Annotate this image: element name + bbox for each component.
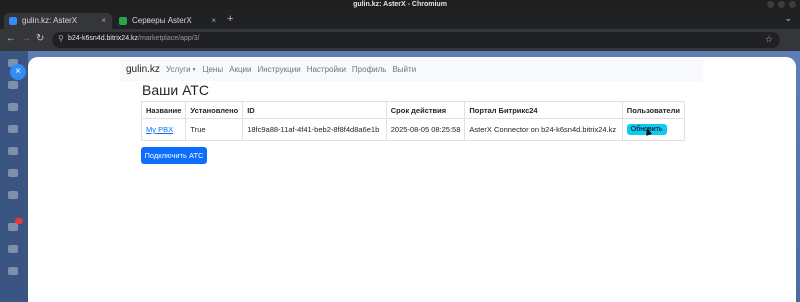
back-arrow-icon[interactable]: ← (6, 33, 16, 44)
tab-gulin-asterx[interactable]: gulin.kz: AsterX × (4, 13, 112, 29)
page-favicon-icon (119, 17, 127, 25)
column-header-expires: Срок действия (385, 101, 466, 119)
window-controls[interactable] (767, 1, 796, 8)
menu-icon[interactable] (8, 147, 18, 155)
cell-expires: 2025-08-05 08:25:58 (385, 118, 466, 141)
column-header-id: ID (242, 101, 387, 119)
cell-name: My PBX (140, 118, 187, 141)
nav-instructions[interactable]: Инструкции (257, 65, 300, 74)
tab-strip: gulin.kz: AsterX × Серверы AsterX × + ⌄ (0, 10, 800, 29)
browser-toolbar: ← → ↻ ⚲ b24-k6sn4d.bitrix24.kz/marketpla… (0, 29, 800, 51)
window-title: gulin.kz: AsterX - Chromium (353, 1, 447, 8)
menu-icon[interactable] (8, 81, 18, 89)
page-title: Ваши АТС (142, 82, 209, 98)
bitrix-favicon-icon (9, 17, 17, 25)
bitrix-left-menu (0, 51, 28, 302)
cell-users: Обновить (621, 118, 686, 141)
tab-asterx-servers[interactable]: Серверы AsterX × (114, 13, 222, 29)
tab-label: gulin.kz: AsterX (22, 16, 78, 25)
nav-prices[interactable]: Цены (203, 65, 224, 74)
address-bar[interactable]: ⚲ b24-k6sn4d.bitrix24.kz/marketplace/app… (52, 32, 780, 48)
forward-arrow-icon[interactable]: → (21, 33, 31, 44)
minimize-button[interactable] (767, 1, 774, 8)
nav-links: Услуги▼ Цены Акции Инструкции Настройки … (166, 65, 416, 74)
table-header-row: Название Установлено ID Срок действия По… (140, 101, 686, 119)
notification-badge (15, 218, 23, 224)
window-titlebar: gulin.kz: AsterX - Chromium (0, 0, 800, 10)
cell-portal: AsterX Connector on b24-k6sn4d.bitrix24.… (464, 118, 623, 141)
bookmark-star-icon[interactable]: ☆ (765, 34, 773, 45)
nav-services[interactable]: Услуги▼ (166, 65, 197, 74)
column-header-installed: Установлено (185, 101, 244, 119)
site-info-icon[interactable]: ⚲ (58, 34, 64, 43)
close-icon[interactable]: × (101, 13, 106, 29)
nav-profile[interactable]: Профиль (352, 65, 387, 74)
url-text[interactable]: b24-k6sn4d.bitrix24.kz/marketplace/app/3… (68, 35, 200, 42)
menu-icon[interactable] (8, 169, 18, 177)
brand-logo[interactable]: gulin.kz (126, 64, 160, 75)
menu-icon[interactable] (8, 267, 18, 275)
close-icon[interactable]: × (10, 64, 26, 80)
app-navbar: gulin.kz Услуги▼ Цены Акции Инструкции Н… (120, 60, 703, 81)
pbx-name-link[interactable]: My PBX (146, 125, 173, 134)
caret-down-icon: ▼ (191, 67, 197, 73)
menu-icon[interactable] (8, 191, 18, 199)
tab-label: Серверы AsterX (132, 16, 192, 25)
menu-icon[interactable] (8, 245, 18, 253)
maximize-button[interactable] (778, 1, 785, 8)
reload-icon[interactable]: ↻ (36, 33, 44, 44)
nav-settings[interactable]: Настройки (307, 65, 346, 74)
column-header-name: Название (140, 101, 187, 119)
menu-icon[interactable] (8, 103, 18, 111)
column-header-users: Пользователи (621, 101, 686, 119)
close-window-button[interactable] (789, 1, 796, 8)
cell-id: 18fc9a88-11af-4f41-beb2-8f8f4d8a6e1b (242, 118, 387, 141)
nav-promos[interactable]: Акции (229, 65, 251, 74)
nav-logout[interactable]: Выйти (392, 65, 416, 74)
cell-installed: True (185, 118, 244, 141)
new-tab-button[interactable]: + (227, 13, 233, 25)
menu-icon[interactable] (8, 223, 18, 231)
connect-pbx-button[interactable]: Подключить АТС (141, 147, 207, 164)
close-icon[interactable]: × (211, 13, 216, 29)
tab-search-icon[interactable]: ⌄ (784, 13, 792, 24)
pbx-table: Название Установлено ID Срок действия По… (140, 101, 686, 141)
column-header-portal: Портал Битрикс24 (464, 101, 623, 119)
table-row: My PBX True 18fc9a88-11af-4f41-beb2-8f8f… (140, 118, 686, 141)
menu-icon[interactable] (8, 125, 18, 133)
